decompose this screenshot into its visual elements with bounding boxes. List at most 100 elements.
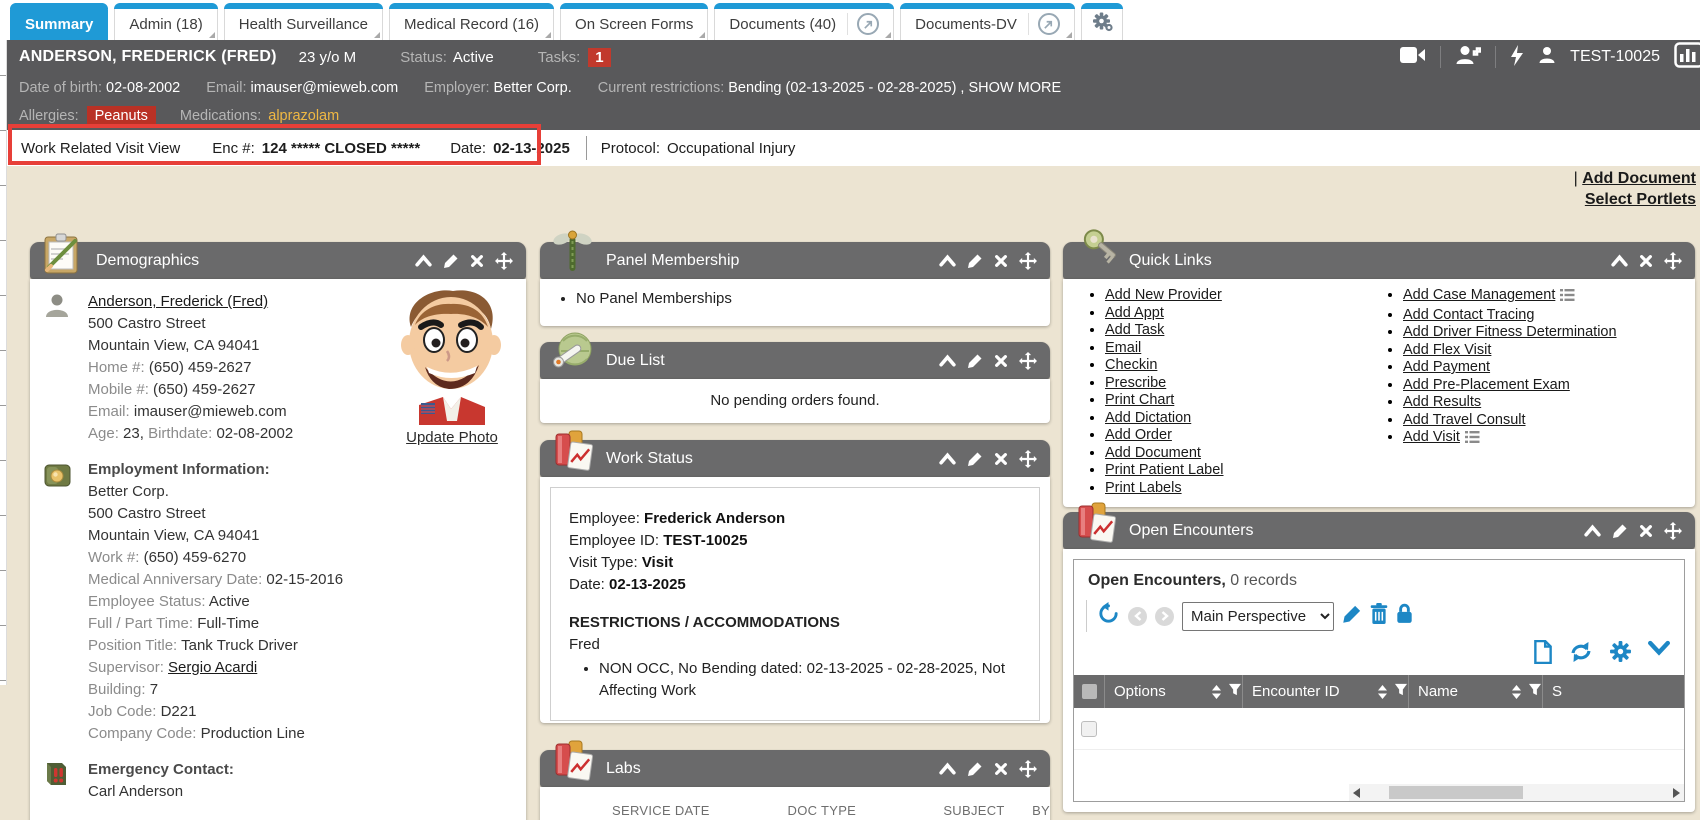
collapse-icon[interactable] — [939, 762, 956, 775]
prescribe-link[interactable]: Prescribe — [1105, 375, 1166, 391]
print-labels-link[interactable]: Print Labels — [1105, 480, 1182, 496]
demographics-header[interactable]: Demographics — [30, 242, 526, 279]
add-driver-fitness-link[interactable]: Add Driver Fitness Determination — [1403, 324, 1617, 340]
scrollbar-thumb[interactable] — [1389, 786, 1523, 799]
collapse-grid-chevron-icon[interactable] — [1648, 640, 1670, 669]
column-name[interactable]: Name — [1408, 675, 1542, 708]
panel-membership-header[interactable]: Panel Membership — [540, 242, 1050, 279]
delete-perspective-icon[interactable] — [1370, 603, 1388, 629]
tab-admin[interactable]: Admin (18) — [114, 3, 217, 40]
sort-icon[interactable] — [1511, 685, 1522, 699]
labs-header[interactable]: Labs — [540, 750, 1050, 787]
edit-pencil-icon[interactable] — [1612, 523, 1628, 539]
refresh-icon[interactable] — [1569, 640, 1593, 669]
tab-summary[interactable]: Summary — [10, 3, 108, 40]
chart-stats-icon[interactable] — [1674, 42, 1700, 72]
add-document-link[interactable]: Add Document — [1582, 170, 1696, 187]
grid-settings-gear-icon[interactable] — [1609, 640, 1632, 669]
open-in-new-window-icon[interactable] — [847, 13, 879, 35]
checkin-link[interactable]: Checkin — [1105, 357, 1157, 373]
filter-funnel-icon[interactable] — [1528, 683, 1542, 700]
add-case-management-link[interactable]: Add Case Management — [1403, 287, 1555, 303]
supervisor-link[interactable]: Sergio Acardi — [168, 659, 257, 676]
scroll-left-arrow[interactable] — [1353, 788, 1360, 798]
close-icon[interactable] — [994, 762, 1008, 776]
move-icon[interactable] — [1019, 450, 1037, 468]
scroll-right-arrow[interactable] — [1673, 788, 1680, 798]
tab-documents-dv[interactable]: Documents-DV — [900, 3, 1075, 40]
add-appt-link[interactable]: Add Appt — [1105, 305, 1164, 321]
add-pre-placement-exam-link[interactable]: Add Pre-Placement Exam — [1403, 377, 1570, 393]
add-user-icon[interactable] — [1455, 45, 1481, 69]
collapse-icon[interactable] — [939, 254, 956, 267]
select-portlets-link[interactable]: Select Portlets — [1585, 191, 1696, 208]
move-icon[interactable] — [1664, 252, 1682, 270]
due-list-header[interactable]: Due List — [540, 342, 1050, 379]
add-visit-link[interactable]: Add Visit — [1403, 429, 1460, 445]
move-icon[interactable] — [1019, 252, 1037, 270]
move-icon[interactable] — [1019, 352, 1037, 370]
open-in-new-window-icon[interactable] — [1028, 13, 1060, 35]
perspective-select[interactable]: Main Perspective — [1182, 602, 1334, 631]
print-chart-link[interactable]: Print Chart — [1105, 392, 1174, 408]
move-icon[interactable] — [495, 252, 513, 270]
column-encounter-id[interactable]: Encounter ID — [1242, 675, 1408, 708]
add-new-provider-link[interactable]: Add New Provider — [1105, 287, 1222, 303]
open-encounters-header[interactable]: Open Encounters — [1063, 512, 1695, 549]
add-payment-link[interactable]: Add Payment — [1403, 359, 1490, 375]
collapse-icon[interactable] — [939, 354, 956, 367]
collapse-icon[interactable] — [1584, 524, 1601, 537]
row-checkbox[interactable] — [1081, 721, 1097, 737]
add-dictation-link[interactable]: Add Dictation — [1105, 410, 1191, 426]
add-flex-visit-link[interactable]: Add Flex Visit — [1403, 342, 1491, 358]
tab-on-screen-forms[interactable]: On Screen Forms — [560, 3, 708, 40]
edit-pencil-icon[interactable] — [967, 253, 983, 269]
close-icon[interactable] — [470, 254, 484, 268]
column-status[interactable]: S — [1542, 675, 1684, 708]
close-icon[interactable] — [1639, 254, 1653, 268]
filter-funnel-icon[interactable] — [1394, 683, 1408, 700]
tab-settings-gear[interactable] — [1081, 3, 1123, 40]
reset-icon[interactable] — [1097, 602, 1120, 630]
show-more-link[interactable]: SHOW MORE — [968, 80, 1061, 96]
move-icon[interactable] — [1664, 522, 1682, 540]
close-icon[interactable] — [994, 254, 1008, 268]
select-all-checkbox[interactable] — [1074, 684, 1104, 699]
column-options[interactable]: Options — [1104, 675, 1242, 708]
add-task-link[interactable]: Add Task — [1105, 322, 1164, 338]
lock-icon[interactable] — [1396, 603, 1413, 629]
close-icon[interactable] — [994, 452, 1008, 466]
edit-pencil-icon[interactable] — [967, 451, 983, 467]
edit-pencil-icon[interactable] — [967, 761, 983, 777]
quick-links-header[interactable]: Quick Links — [1063, 242, 1695, 279]
work-status-header[interactable]: Work Status — [540, 440, 1050, 477]
horizontal-scrollbar[interactable] — [1349, 784, 1685, 801]
edit-pencil-icon[interactable] — [967, 353, 983, 369]
close-icon[interactable] — [994, 354, 1008, 368]
sort-icon[interactable] — [1211, 685, 1222, 699]
tab-medical-record[interactable]: Medical Record (16) — [389, 3, 554, 40]
medication-value[interactable]: alprazolam — [268, 108, 339, 124]
move-icon[interactable] — [1019, 760, 1037, 778]
collapse-icon[interactable] — [415, 254, 432, 267]
add-order-link[interactable]: Add Order — [1105, 427, 1172, 443]
video-camera-icon[interactable] — [1400, 46, 1426, 68]
add-results-link[interactable]: Add Results — [1403, 394, 1481, 410]
patient-name-link[interactable]: Anderson, Frederick (Fred) — [88, 293, 268, 310]
tab-health-surveillance[interactable]: Health Surveillance — [224, 3, 383, 40]
add-contact-tracing-link[interactable]: Add Contact Tracing — [1403, 307, 1534, 323]
tasks-count-badge[interactable]: 1 — [588, 48, 610, 67]
allergy-badge[interactable]: Peanuts — [87, 106, 156, 126]
new-document-icon[interactable] — [1533, 640, 1553, 669]
email-link[interactable]: Email — [1105, 340, 1141, 356]
table-row[interactable] — [1074, 708, 1684, 750]
add-travel-consult-link[interactable]: Add Travel Consult — [1403, 412, 1526, 428]
filter-funnel-icon[interactable] — [1228, 683, 1242, 700]
next-page-icon[interactable] — [1155, 607, 1174, 626]
print-patient-label-link[interactable]: Print Patient Label — [1105, 462, 1224, 478]
edit-pencil-icon[interactable] — [443, 253, 459, 269]
collapse-icon[interactable] — [939, 452, 956, 465]
sort-icon[interactable] — [1377, 685, 1388, 699]
edit-perspective-icon[interactable] — [1342, 604, 1362, 629]
prev-page-icon[interactable] — [1128, 607, 1147, 626]
